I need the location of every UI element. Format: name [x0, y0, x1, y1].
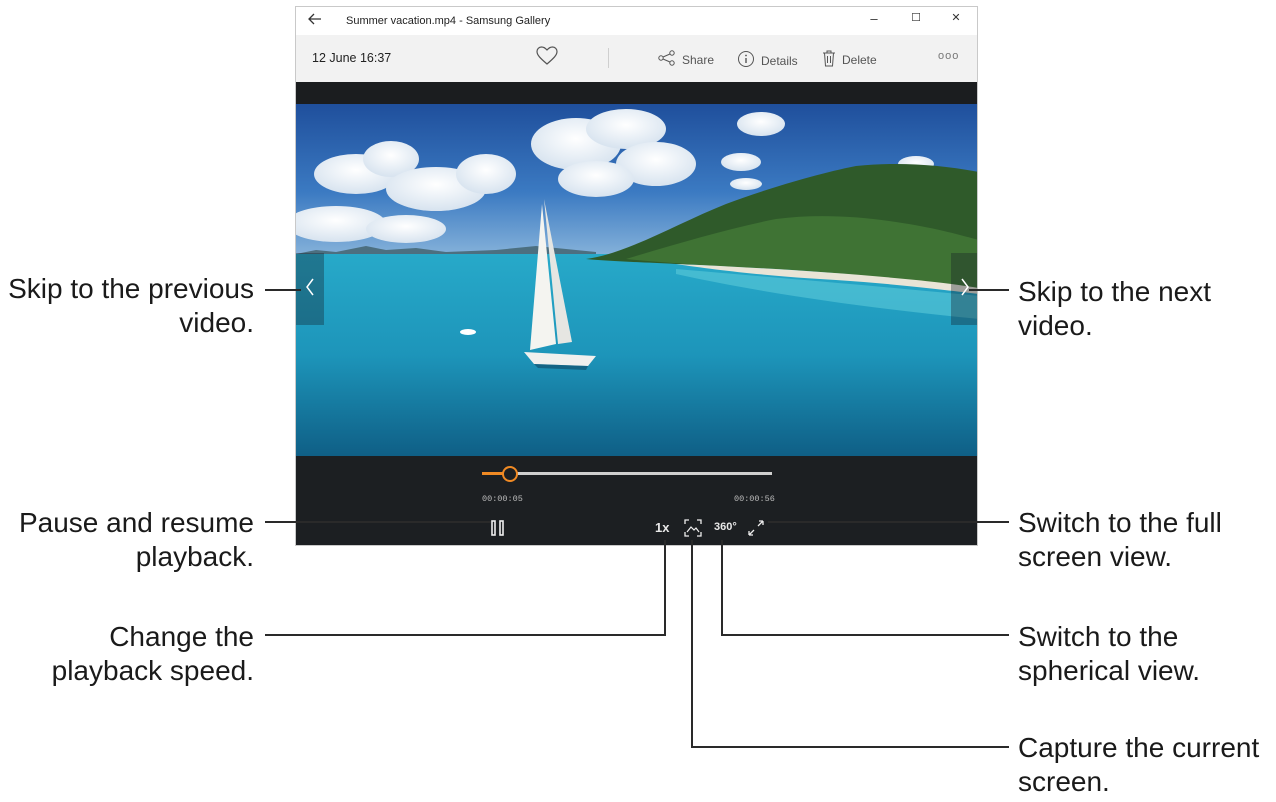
speed-button[interactable]: 1x: [655, 520, 669, 535]
callout-pause-line1: Pause and resume: [18, 507, 254, 538]
callout-capture: Capture the current screen.: [1018, 731, 1259, 799]
more-options-button[interactable]: ooo: [938, 50, 959, 62]
details-button[interactable]: Details: [737, 50, 798, 71]
pause-button[interactable]: [491, 520, 505, 541]
leader-fullscreen: [768, 521, 1009, 523]
seek-bar[interactable]: [482, 472, 772, 475]
details-label: Details: [761, 53, 798, 68]
leader-spherical: [721, 634, 1009, 636]
callout-spherical-line2: spherical view.: [1018, 655, 1201, 686]
share-button[interactable]: Share: [658, 50, 714, 69]
leader-prev: [265, 289, 301, 291]
expand-icon: [747, 520, 765, 541]
video-frame[interactable]: [296, 104, 977, 456]
leader-speed-vertical: [664, 540, 666, 635]
minimize-button[interactable]: –: [854, 11, 894, 31]
leader-spherical-vertical: [721, 540, 723, 635]
callout-capture-line1: Capture the current: [1018, 732, 1260, 763]
spherical-view-button[interactable]: 360°: [714, 521, 737, 533]
fullscreen-button[interactable]: [747, 519, 765, 542]
callout-next-line2: video.: [1018, 310, 1093, 341]
gallery-window: Summer vacation.mp4 - Samsung Gallery – …: [295, 6, 978, 546]
callout-pause: Pause and resume playback.: [19, 506, 254, 574]
seek-handle[interactable]: [501, 466, 518, 482]
playback-controls: 00:00:05 00:00:56 1x 360°: [296, 456, 977, 545]
callout-pause-line2: playback.: [135, 541, 254, 572]
callout-next-line1: Skip to the next: [1018, 276, 1212, 307]
share-label: Share: [682, 52, 715, 67]
toolbar: 12 June 16:37 Share Details Delete ooo: [296, 35, 977, 82]
share-icon: [658, 50, 676, 69]
callout-fullscreen-line2: screen view.: [1018, 541, 1173, 572]
callout-speed-line2: playback speed.: [51, 655, 254, 686]
callout-previous-line1: Skip to the previous: [8, 273, 254, 304]
capture-date: 12 June 16:37: [312, 51, 392, 65]
leader-pause: [265, 521, 491, 523]
window-title: Summer vacation.mp4 - Samsung Gallery: [346, 15, 551, 27]
callout-fullscreen-line1: Switch to the full: [1018, 507, 1222, 538]
heart-icon[interactable]: [536, 46, 558, 69]
leader-speed: [265, 634, 666, 636]
leader-capture: [691, 746, 1009, 748]
delete-button[interactable]: Delete: [822, 50, 877, 70]
info-icon: [737, 50, 755, 71]
callout-speed-line1: Change the: [109, 621, 254, 652]
callout-previous: Skip to the previous video.: [8, 272, 254, 340]
toolbar-divider: [608, 48, 609, 68]
leader-next: [969, 289, 1009, 291]
total-time: 00:00:56: [734, 494, 775, 504]
callout-capture-line2: screen.: [1018, 766, 1110, 797]
arrow-left-icon[interactable]: [308, 12, 322, 28]
current-time: 00:00:05: [482, 494, 523, 504]
delete-label: Delete: [842, 53, 877, 67]
close-button[interactable]: ✕: [936, 11, 976, 31]
leader-capture-vertical: [691, 540, 693, 748]
pause-icon: [491, 520, 505, 540]
callout-spherical-line1: Switch to the: [1018, 621, 1179, 652]
chevron-left-icon: [305, 278, 315, 301]
callout-speed: Change the playback speed.: [52, 620, 254, 688]
trash-icon: [822, 50, 836, 70]
callout-fullscreen: Switch to the full screen view.: [1018, 506, 1222, 574]
callout-spherical: Switch to the spherical view.: [1018, 620, 1200, 688]
maximize-button[interactable]: ☐: [896, 11, 936, 31]
capture-button[interactable]: [684, 519, 702, 542]
callout-previous-line2: video.: [179, 307, 254, 338]
title-bar: Summer vacation.mp4 - Samsung Gallery – …: [296, 7, 977, 35]
capture-icon: [684, 519, 702, 541]
callout-next: Skip to the next video.: [1018, 275, 1211, 343]
